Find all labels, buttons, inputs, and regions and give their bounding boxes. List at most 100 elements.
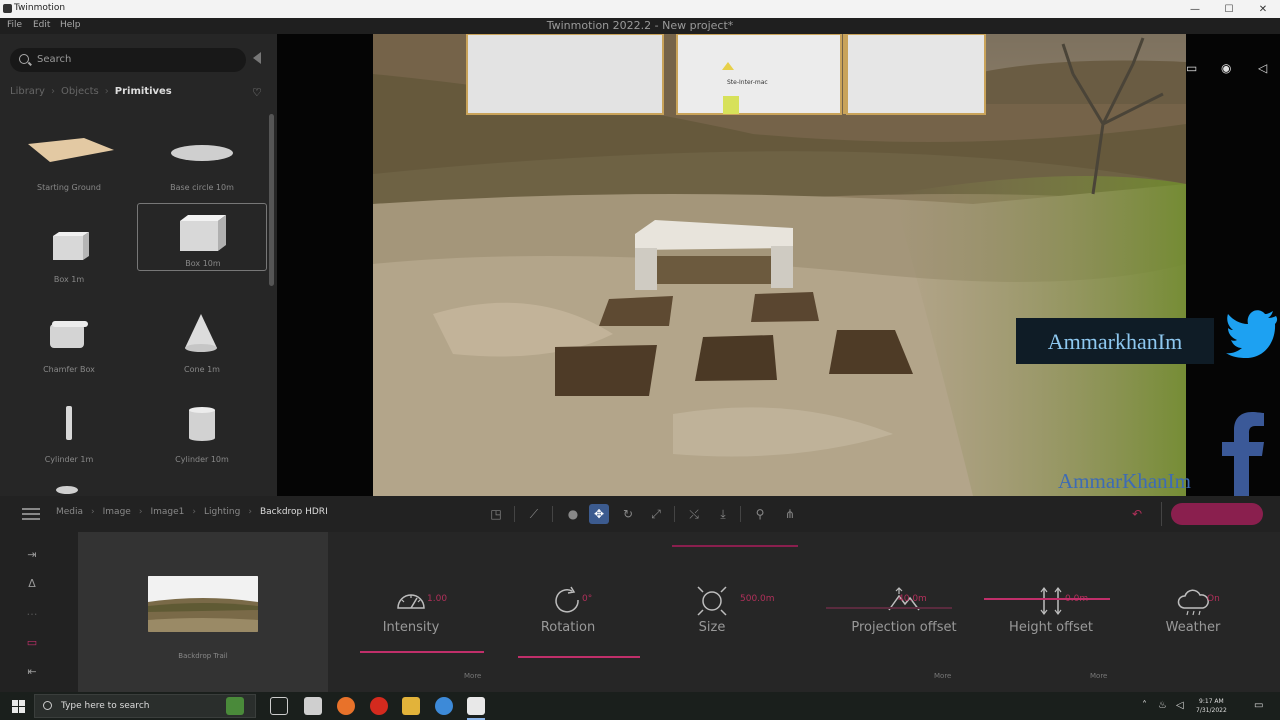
facebook-handle: AmmarKhanIm [1058, 469, 1191, 493]
taskbar-clock[interactable]: 9:17 AM 7/31/2022 [1196, 697, 1227, 715]
pin-icon[interactable]: ⚲ [750, 504, 770, 524]
intensity-value: 1.00 [427, 594, 448, 604]
windows-start-icon[interactable] [12, 700, 25, 713]
task-view-icon[interactable] [270, 697, 288, 715]
breadcrumb-primitives[interactable]: Primitives [115, 86, 172, 97]
partial-library-item-icon [56, 486, 78, 494]
minimize-button[interactable]: — [1178, 0, 1212, 18]
rotate-tool-icon[interactable]: ↻ [618, 504, 638, 524]
toolbar-divider [674, 506, 675, 522]
breadcrumb-image[interactable]: Image [103, 507, 131, 517]
properties-panel: ⇥ Δ … ▭ ⇤ Backdrop Trail 1.00 Intensity … [0, 532, 1280, 692]
intensity-more-link[interactable]: More [464, 672, 481, 680]
maximize-button[interactable]: ☐ [1212, 0, 1246, 18]
3d-viewport[interactable]: Ste-Inter-mac [373, 34, 1186, 496]
breadcrumb-separator-icon: › [248, 507, 252, 517]
hdri-thumbnail-panel: Backdrop Trail [78, 532, 328, 692]
opera-icon[interactable] [370, 697, 388, 715]
projection-more-link[interactable]: More [934, 672, 951, 680]
height-icon [1040, 587, 1062, 615]
media-icon[interactable]: ▭ [20, 633, 44, 651]
rotation-slider[interactable] [518, 656, 640, 658]
rotation-value: 0° [582, 594, 593, 604]
library-item-cylinder-10m[interactable]: Cylinder 10m [137, 398, 267, 466]
view-mode-icon[interactable]: ◉ [1221, 61, 1231, 75]
height-offset-slider[interactable] [984, 598, 1110, 600]
disc-icon [171, 145, 233, 161]
hdri-thumbnail[interactable] [148, 576, 258, 632]
param-height-offset[interactable]: 0.0m Height offset [1001, 584, 1101, 654]
undo-icon[interactable]: ↶ [1132, 507, 1142, 521]
projection-offset-slider[interactable] [826, 607, 952, 609]
browser-icon[interactable] [435, 697, 453, 715]
param-intensity[interactable]: 1.00 Intensity [361, 584, 461, 654]
twinmotion-taskbar-icon[interactable] [467, 697, 485, 715]
breadcrumb-library[interactable]: Library [10, 86, 45, 97]
pivot-icon[interactable]: ⋔ [780, 504, 800, 524]
drop-to-floor-icon[interactable]: ⤓ [713, 504, 733, 524]
breadcrumb-lighting[interactable]: Lighting [204, 507, 240, 517]
app-logo-icon [3, 4, 12, 13]
breadcrumb-objects[interactable]: Objects [61, 86, 99, 97]
screen-ratio-icon[interactable]: ▭ [1186, 61, 1197, 75]
hamburger-menu-icon[interactable] [22, 508, 40, 520]
search-icon [43, 701, 52, 710]
close-button[interactable]: ✕ [1246, 0, 1280, 18]
library-item-box-1m[interactable]: Box 1m [4, 218, 134, 286]
library-panel: Search Library › Objects › Primitives ♡ Star… [0, 34, 277, 496]
dots-icon: … [26, 604, 38, 618]
file-explorer-icon[interactable] [402, 697, 420, 715]
intensity-slider[interactable] [360, 651, 484, 653]
library-item-box-10m[interactable]: Box 10m [137, 203, 267, 271]
move-tool-icon[interactable]: ✥ [589, 504, 609, 524]
cylinder-icon [66, 406, 72, 440]
network-icon[interactable]: ♨ [1158, 700, 1167, 711]
notifications-icon[interactable]: ▭ [1254, 700, 1263, 711]
projection-offset-label: Projection offset [851, 620, 957, 635]
taskbar-search-input[interactable]: Type here to search [34, 694, 256, 718]
toolbar-divider [514, 506, 515, 522]
cylinder-icon [189, 407, 215, 441]
height-more-link[interactable]: More [1090, 672, 1107, 680]
firefox-icon[interactable] [337, 697, 355, 715]
library-search-input[interactable]: Search [10, 48, 246, 72]
tray-chevron-icon[interactable]: ˄ [1142, 700, 1147, 711]
settings-icon[interactable]: Δ [20, 574, 44, 592]
breadcrumb-media[interactable]: Media [56, 507, 83, 517]
file-app-icon[interactable] [304, 697, 322, 715]
twitter-handle: AmmarkhanIm [1047, 329, 1183, 354]
dot-icon[interactable]: ● [563, 504, 583, 524]
param-rotation[interactable]: 0° Rotation [518, 584, 618, 654]
library-item-cone[interactable]: Cone 1m [137, 308, 267, 376]
facebook-logo-icon [1222, 412, 1264, 496]
cloud-icon [1177, 589, 1209, 616]
breadcrumb-image1[interactable]: Image1 [150, 507, 184, 517]
eyedropper-icon[interactable]: ⟋ [524, 504, 544, 524]
render-button[interactable] [1171, 503, 1263, 525]
library-item-chamfer-box[interactable]: Chamfer Box [4, 308, 134, 376]
volume-icon[interactable]: ◁ [1176, 700, 1184, 711]
library-item-cylinder-1m[interactable]: Cylinder 1m [4, 398, 134, 466]
import-icon[interactable]: ⇥ [20, 545, 44, 563]
window-titlebar: Twinmotion — ☐ ✕ [0, 0, 1280, 18]
rotation-label: Rotation [540, 620, 596, 635]
export-icon[interactable]: ⇤ [20, 662, 44, 680]
param-projection-offset[interactable]: 40.0m Projection offset [840, 584, 968, 654]
breadcrumb-backdrop-hdri[interactable]: Backdrop HDRI [260, 507, 328, 517]
cube-icon [180, 215, 226, 251]
collapse-panel-icon[interactable] [253, 52, 261, 64]
library-scrollbar[interactable] [269, 114, 274, 286]
library-item-starting-ground[interactable]: Starting Ground [4, 126, 134, 194]
scale-tool-icon[interactable]: ⤢ [646, 504, 666, 524]
collapse-right-icon[interactable]: ◁ [1258, 61, 1267, 75]
size-value: 500.0m [740, 594, 775, 604]
favorites-icon[interactable]: ♡ [252, 86, 262, 99]
library-item-base-circle[interactable]: Base circle 10m [137, 126, 267, 194]
menu-bar: File Edit Help Twinmotion 2022.2 - New p… [0, 18, 1280, 34]
param-size[interactable]: 500.0m Size [662, 584, 775, 654]
select-icon[interactable]: ◳ [486, 504, 506, 524]
align-icon[interactable]: ⤯ [684, 504, 704, 524]
weather-widget-icon[interactable] [226, 697, 244, 715]
param-weather[interactable]: On Weather [1143, 584, 1243, 654]
breadcrumb-separator-icon: › [138, 507, 143, 517]
